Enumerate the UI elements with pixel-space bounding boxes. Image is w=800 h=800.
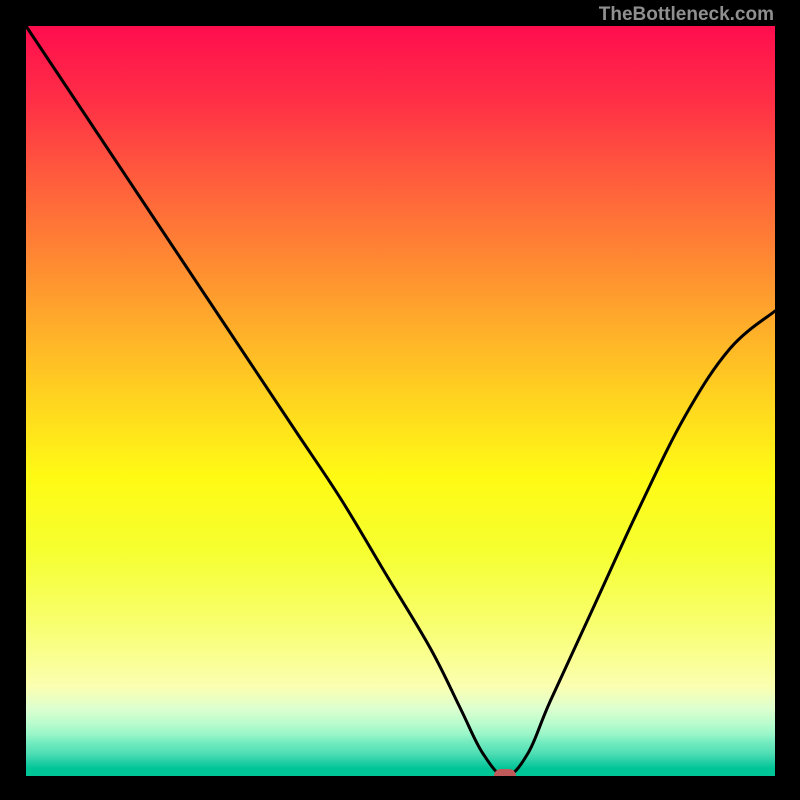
bottleneck-curve (26, 26, 775, 776)
curve-path (26, 26, 775, 776)
minimum-marker (494, 769, 516, 776)
watermark-text: TheBottleneck.com (599, 4, 774, 26)
plot-area (26, 26, 775, 776)
chart-frame: TheBottleneck.com (0, 0, 800, 800)
